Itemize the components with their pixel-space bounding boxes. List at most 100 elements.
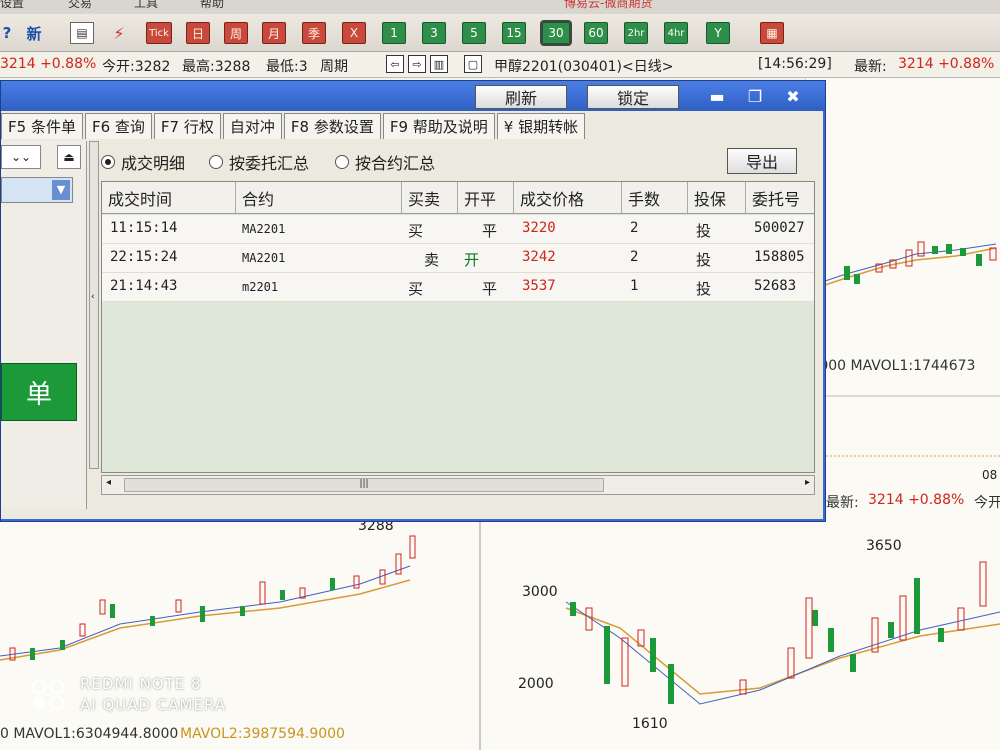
quote-latest-value: 3214 +0.88%: [898, 56, 995, 72]
watermark-line-2: AI QUAD CAMERA: [80, 696, 227, 714]
period-5min[interactable]: 5: [462, 22, 486, 44]
menu-item-help[interactable]: 帮助: [200, 0, 224, 11]
radio-by-contract[interactable]: 按合约汇总: [335, 150, 435, 174]
right-chart-panel: .0000 MAVOL1:1744673 08: [805, 78, 1000, 498]
radio-trade-detail[interactable]: 成交明细: [101, 150, 185, 174]
trade-table: 成交时间 合约 买卖 开平 成交价格 手数 投保 委托号 11:15:14 MA…: [101, 181, 815, 473]
scroll-left-icon[interactable]: ◂: [106, 477, 111, 488]
dialog-body: F5 条件单 F6 查询 F7 行权 自对冲 F8 参数设置 F9 帮助及说明 …: [1, 111, 823, 519]
close-icon[interactable]: ✖: [783, 87, 803, 106]
collapse-icon[interactable]: ⌄⌄: [1, 145, 41, 169]
quote-high: 最高:3288: [182, 59, 251, 75]
mid-low-label: 1610: [632, 716, 668, 732]
arrow-icon[interactable]: ?: [0, 22, 14, 44]
left-mavol2-text: MAVOL2:3987594.9000: [180, 726, 345, 742]
table-row[interactable]: 11:15:14 MA2201 买 平 3220 2 投 500027: [102, 215, 814, 244]
new-button[interactable]: 新: [22, 22, 46, 44]
tab-self-hedge[interactable]: 自对冲: [222, 113, 282, 139]
period-4hr[interactable]: 4hr: [664, 22, 688, 44]
col-header-open-close[interactable]: 开平: [458, 182, 514, 214]
flash-order-icon[interactable]: ⚡: [106, 22, 132, 44]
period-year[interactable]: Y: [706, 22, 730, 44]
window-title: 博易云-微商期货: [564, 0, 653, 10]
period-1min[interactable]: 1: [382, 22, 406, 44]
col-header-price[interactable]: 成交价格: [514, 182, 622, 214]
tab-parameters[interactable]: F8 参数设置: [283, 113, 381, 139]
col-header-qty[interactable]: 手数: [622, 182, 688, 214]
menu-item-settings[interactable]: 设置: [0, 0, 24, 11]
camera-logo-icon: [32, 680, 64, 709]
period-60min[interactable]: 60: [584, 22, 608, 44]
col-header-order-no[interactable]: 委托号: [746, 182, 814, 214]
mid-axis-3000: 3000: [522, 584, 558, 600]
table-icon[interactable]: ▤: [70, 22, 94, 44]
mid-peak-label: 3650: [866, 538, 902, 554]
period-x[interactable]: X: [342, 22, 366, 44]
restore-icon[interactable]: ❐: [745, 87, 765, 106]
window-icon[interactable]: ▢: [464, 55, 482, 73]
period-30min[interactable]: 30: [540, 20, 572, 46]
toolbar: ? 新 ▤ ⚡ Tick 日 周 月 季 X 1 3 5 15 30 60 2h…: [0, 14, 1000, 52]
minimize-icon[interactable]: ▬: [707, 87, 727, 106]
quote-time: [14:56:29]: [758, 56, 832, 72]
period-day[interactable]: 日: [186, 22, 210, 44]
refresh-button[interactable]: 刷新: [475, 85, 567, 109]
nav-left-icon[interactable]: ⇦: [386, 55, 404, 73]
right-status-latest: 最新:: [826, 495, 859, 511]
col-header-side[interactable]: 买卖: [402, 182, 458, 214]
trade-detail-content: 成交明细 按委托汇总 按合约汇总 导出 成交时间 合约 买卖 开平 成交价格 手…: [101, 141, 819, 515]
table-row[interactable]: 22:15:24 MA2201 卖 开 3242 2 投 158805: [102, 244, 814, 273]
dialog-title-bar[interactable]: 刷新 锁定 ▬ ❐ ✖: [1, 81, 825, 111]
menu-bar: 设置 交易 工具 帮助 博易云-微商期货: [0, 0, 1000, 14]
calculator-icon[interactable]: ▦: [760, 22, 784, 44]
trade-dialog: 刷新 锁定 ▬ ❐ ✖ F5 条件单 F6 查询 F7 行权 自对冲 F8 参数…: [0, 80, 826, 522]
right-status-suffix: 今开: [974, 495, 1000, 511]
horizontal-scrollbar[interactable]: ◂ ||| ▸: [101, 475, 815, 495]
radio-by-order[interactable]: 按委托汇总: [209, 150, 309, 174]
right-candles: [806, 241, 1000, 457]
mid-axis-2000: 2000: [518, 676, 554, 692]
chevron-down-icon[interactable]: ▼: [52, 180, 70, 200]
scrollbar-thumb[interactable]: |||: [124, 478, 604, 492]
period-quarter[interactable]: 季: [302, 22, 326, 44]
quote-low: 最低:3: [266, 59, 308, 75]
col-header-hedge[interactable]: 投保: [688, 182, 746, 214]
quote-bar: 3214 +0.88% 今开:3282 最高:3288 最低:3 周期 ⇦ ⇨ …: [0, 52, 1000, 78]
quote-contract: 甲醇2201(030401)<日线>: [494, 59, 674, 75]
expand-up-icon[interactable]: ⏏: [57, 145, 81, 169]
col-header-time[interactable]: 成交时间: [102, 182, 236, 214]
tab-query[interactable]: F6 查询: [84, 113, 152, 139]
place-order-button[interactable]: 单: [1, 363, 77, 421]
radio-unselected-icon: [209, 155, 223, 169]
table-row[interactable]: 21:14:43 m2201 买 平 3537 1 投 52683: [102, 273, 814, 302]
tab-bank-transfer[interactable]: ¥ 银期转帐: [496, 113, 586, 139]
watermark-line-1: REDMI NOTE 8: [80, 675, 202, 693]
menu-item-tools[interactable]: 工具: [134, 0, 158, 11]
radio-selected-icon: [101, 155, 115, 169]
tab-conditional-order[interactable]: F5 条件单: [1, 113, 83, 139]
period-2hr[interactable]: 2hr: [624, 22, 648, 44]
col-header-contract[interactable]: 合约: [236, 182, 402, 214]
lock-button[interactable]: 锁定: [587, 85, 679, 109]
period-15min[interactable]: 15: [502, 22, 526, 44]
panel-splitter[interactable]: ‹: [89, 141, 99, 469]
tab-exercise[interactable]: F7 行权: [153, 113, 221, 139]
right-axis-label: 08: [982, 468, 998, 482]
period-3min[interactable]: 3: [422, 22, 446, 44]
scroll-right-icon[interactable]: ▸: [805, 477, 810, 488]
quote-change: 3214 +0.88%: [0, 56, 97, 72]
account-select[interactable]: ▼: [1, 177, 73, 203]
nav-right-icon[interactable]: ⇨: [408, 55, 426, 73]
period-month[interactable]: 月: [262, 22, 286, 44]
quote-latest-label: 最新:: [854, 59, 887, 75]
layout-icon[interactable]: ▥: [430, 55, 448, 73]
tab-bar: F5 条件单 F6 查询 F7 行权 自对冲 F8 参数设置 F9 帮助及说明 …: [1, 113, 587, 141]
export-button[interactable]: 导出: [727, 148, 797, 174]
quote-period: 周期: [320, 59, 348, 75]
period-week[interactable]: 周: [224, 22, 248, 44]
period-tick[interactable]: Tick: [146, 22, 172, 44]
tab-help[interactable]: F9 帮助及说明: [382, 113, 495, 139]
menu-item-trade[interactable]: 交易: [68, 0, 92, 11]
collapse-left-icon[interactable]: ‹: [91, 292, 95, 302]
order-entry-panel: ⌄⌄ ⏏ ▼ 单: [1, 141, 87, 509]
